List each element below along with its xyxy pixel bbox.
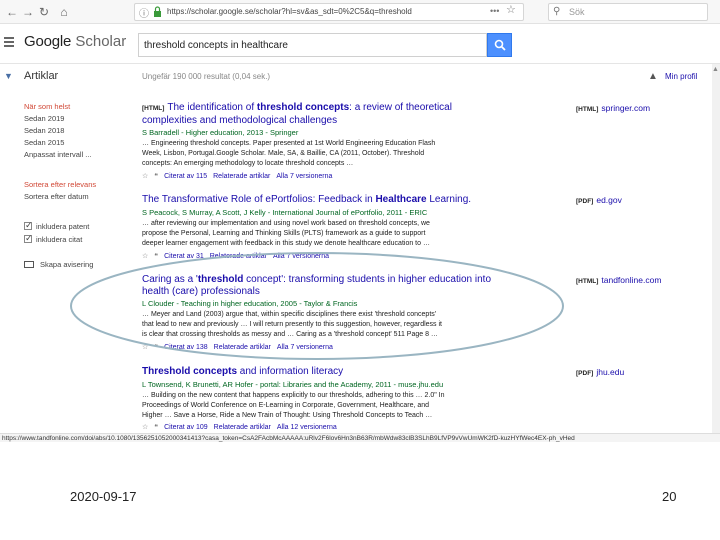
result-snippet-line: deeper learner engagement with feedback …	[142, 240, 430, 247]
sidebar-time-2019[interactable]: Sedan 2019	[24, 114, 64, 123]
result-snippet-line: Proceedings of World Conference on E-Lea…	[142, 402, 430, 409]
result-source-link[interactable]: [PDF] jhu.edu	[576, 367, 624, 377]
result-title-part: The Transformative Role of ePortfolios: …	[142, 194, 373, 205]
patents-checkbox[interactable]: ✓	[24, 220, 33, 230]
search-icon	[494, 39, 506, 51]
highlight-ellipse	[70, 252, 564, 360]
source-domain: tandfonline.com	[601, 275, 662, 285]
cite-quote-icon[interactable]: ❝	[154, 173, 158, 180]
page-actions-icon[interactable]: •••	[490, 6, 499, 16]
url-text: https://scholar.google.se/scholar?hl=sv&…	[167, 7, 412, 16]
search-icon: ⚲	[553, 6, 561, 17]
cite-quote-icon[interactable]: ❝	[154, 424, 158, 431]
check-icon: ✓	[25, 233, 33, 243]
envelope-icon	[24, 261, 34, 268]
sidebar-sort-date[interactable]: Sortera efter datum	[24, 192, 89, 201]
check-icon: ✓	[25, 220, 33, 230]
address-bar[interactable]: ⓘ https://scholar.google.se/scholar?hl=s…	[134, 3, 524, 21]
slide-date: 2020-09-17	[70, 489, 137, 504]
save-star-icon[interactable]: ☆	[142, 424, 148, 431]
source-domain: springer.com	[601, 103, 651, 113]
result-title-line2[interactable]: complexities and methodological challeng…	[142, 115, 337, 126]
browser-search-field[interactable]: ⚲ Sök	[548, 3, 708, 21]
sidebar-time-custom[interactable]: Anpassat intervall ...	[24, 150, 92, 159]
back-icon[interactable]: ←	[4, 4, 20, 20]
all-versions-link[interactable]: Alla 12 versionerna	[277, 424, 337, 431]
source-domain: ed.gov	[596, 195, 622, 205]
slide-page-number: 20	[662, 489, 677, 504]
related-articles-link[interactable]: Relaterade artiklar	[213, 173, 270, 180]
result-meta: L Townsend, K Brunetti, AR Hofer - porta…	[142, 380, 444, 389]
result-actions: ☆ ❝ Citerat av 115 Relaterade artiklar Alla …	[142, 172, 338, 180]
patents-label: inkludera patent	[36, 222, 90, 231]
result-title-part: Learning.	[426, 194, 472, 205]
result-meta: S Peacock, S Murray, A Scott, J Kelly - …	[142, 208, 428, 217]
source-type-tag: [PDF]	[576, 198, 594, 205]
save-star-icon[interactable]: ☆	[142, 173, 148, 180]
search-button[interactable]	[487, 33, 512, 57]
result-source-link[interactable]: [HTML] tandfonline.com	[576, 275, 661, 285]
result-snippet-line: Week, Lisbon, Portugal.Google Scholar. M…	[142, 150, 425, 157]
scroll-up-icon[interactable]: ▲	[712, 66, 719, 73]
result-title-bold: threshold concepts	[256, 102, 350, 113]
result-source-link[interactable]: [HTML] springer.com	[576, 103, 650, 113]
browser-toolbar: ← → ↻ ⌂ ⓘ https://scholar.google.se/scho…	[0, 0, 720, 24]
header-divider	[0, 63, 720, 64]
result-snippet-line: Higher … Save a Horse, Ride a New Train …	[142, 412, 433, 419]
scrollbar[interactable]	[712, 64, 720, 434]
sidebar-time-2015[interactable]: Sedan 2015	[24, 138, 64, 147]
cited-by-link[interactable]: Citerat av 109	[164, 424, 208, 431]
profile-link[interactable]: Min profil	[665, 72, 697, 81]
result-title[interactable]: The Transformative Role of ePortfolios: …	[142, 194, 471, 205]
result-meta: S Barradell - Higher education, 2013 - S…	[142, 128, 299, 137]
bookmark-star-icon[interactable]: ☆	[506, 3, 516, 16]
forward-icon[interactable]: →	[20, 4, 36, 20]
result-title-part: : a review of theoretical	[349, 102, 452, 113]
result-title-part: The identification of	[167, 102, 255, 113]
result-type-tag: [HTML]	[142, 105, 165, 112]
result-snippet-line: … Engineering threshold concepts. Paper …	[142, 140, 436, 147]
caret-down-icon[interactable]: ▼	[4, 71, 13, 81]
result-title-bold: Threshold concepts	[142, 366, 238, 377]
result-snippet-line: concepts: An emerging methodology to loc…	[142, 160, 354, 167]
result-snippet-line: … Building on the new content that happe…	[142, 392, 445, 399]
result-count: Ungefär 190 000 resultat (0,04 sek.)	[142, 72, 271, 81]
logo-google: Google	[24, 33, 72, 50]
result-actions: ☆ ❝ Citerat av 109 Relaterade artiklar Alla …	[142, 423, 343, 431]
result-title-bold: Healthcare	[375, 194, 427, 205]
source-type-tag: [HTML]	[576, 106, 599, 113]
graduation-cap-icon: ▲	[648, 71, 658, 82]
lock-icon	[154, 6, 161, 17]
source-domain: jhu.edu	[596, 367, 625, 377]
browser-search-placeholder: Sök	[569, 7, 585, 17]
logo-scholar: Scholar	[75, 33, 127, 50]
result-snippet-line: propose the Personal, Learning and Think…	[142, 230, 426, 237]
google-scholar-logo[interactable]: Google Scholar	[24, 33, 126, 50]
source-type-tag: [PDF]	[576, 370, 594, 377]
browser-status-bar: https://www.tandfonline.com/doi/abs/10.1…	[0, 433, 720, 442]
home-icon[interactable]: ⌂	[56, 4, 72, 20]
result-snippet-line: … after reviewing our implementation and…	[142, 220, 430, 227]
reload-icon[interactable]: ↻	[36, 4, 52, 20]
sidebar-sort-relevance[interactable]: Sortera efter relevans	[24, 180, 96, 189]
screenshot: ← → ↻ ⌂ ⓘ https://scholar.google.se/scho…	[0, 0, 720, 442]
sidebar-time-2018[interactable]: Sedan 2018	[24, 126, 64, 135]
result-source-link[interactable]: [PDF] ed.gov	[576, 195, 622, 205]
citations-checkbox[interactable]: ✓	[24, 233, 33, 243]
source-type-tag: [HTML]	[576, 278, 599, 285]
search-query: threshold concepts in healthcare	[144, 40, 288, 51]
menu-icon[interactable]	[4, 37, 14, 49]
section-label[interactable]: Artiklar	[24, 70, 58, 82]
cited-by-link[interactable]: Citerat av 115	[164, 173, 207, 180]
result-title[interactable]: [HTML] The identification of threshold co…	[142, 102, 452, 113]
sidebar-time-any[interactable]: När som helst	[24, 102, 70, 111]
result-title-part: and information literacy	[237, 366, 344, 377]
result-title[interactable]: Threshold concepts and information liter…	[142, 366, 343, 377]
related-articles-link[interactable]: Relaterade artiklar	[214, 424, 271, 431]
info-icon[interactable]: ⓘ	[139, 5, 149, 20]
citations-label: inkludera citat	[36, 235, 83, 244]
scholar-search-input[interactable]: threshold concepts in healthcare	[138, 33, 487, 57]
all-versions-link[interactable]: Alla 7 versionerna	[276, 173, 332, 180]
